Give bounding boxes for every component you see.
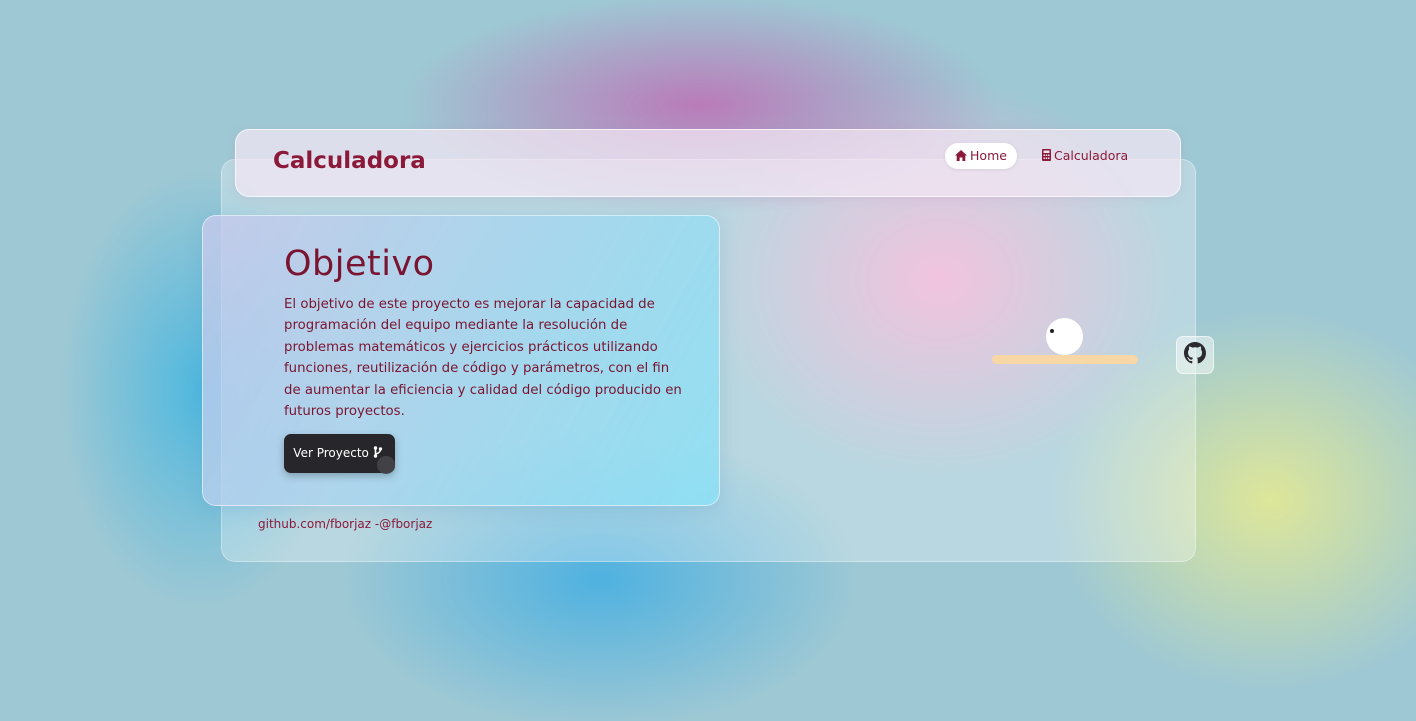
ball-illustration [1046, 318, 1083, 355]
github-button[interactable] [1176, 336, 1214, 374]
nav-link-calculadora-label: Calculadora [1054, 148, 1129, 163]
calculator-icon [1042, 144, 1051, 170]
nav-link-home[interactable]: Home [945, 143, 1017, 169]
footer-credit: github.com/fborjaz -@fborjaz [258, 517, 433, 531]
button-shadow-dot [377, 456, 395, 474]
nav-link-home-label: Home [970, 148, 1007, 163]
objective-title: Objetivo [284, 244, 435, 284]
home-icon [955, 144, 968, 170]
brand-title[interactable]: Calculadora [273, 148, 426, 174]
nav-link-calculadora[interactable]: Calculadora [1042, 143, 1128, 169]
shelf-illustration [992, 355, 1138, 364]
objective-description: El objetivo de este proyecto es mejorar … [284, 297, 682, 420]
ball-eye [1050, 329, 1054, 333]
github-icon [1184, 342, 1206, 368]
ver-proyecto-label: Ver Proyecto [293, 446, 369, 460]
